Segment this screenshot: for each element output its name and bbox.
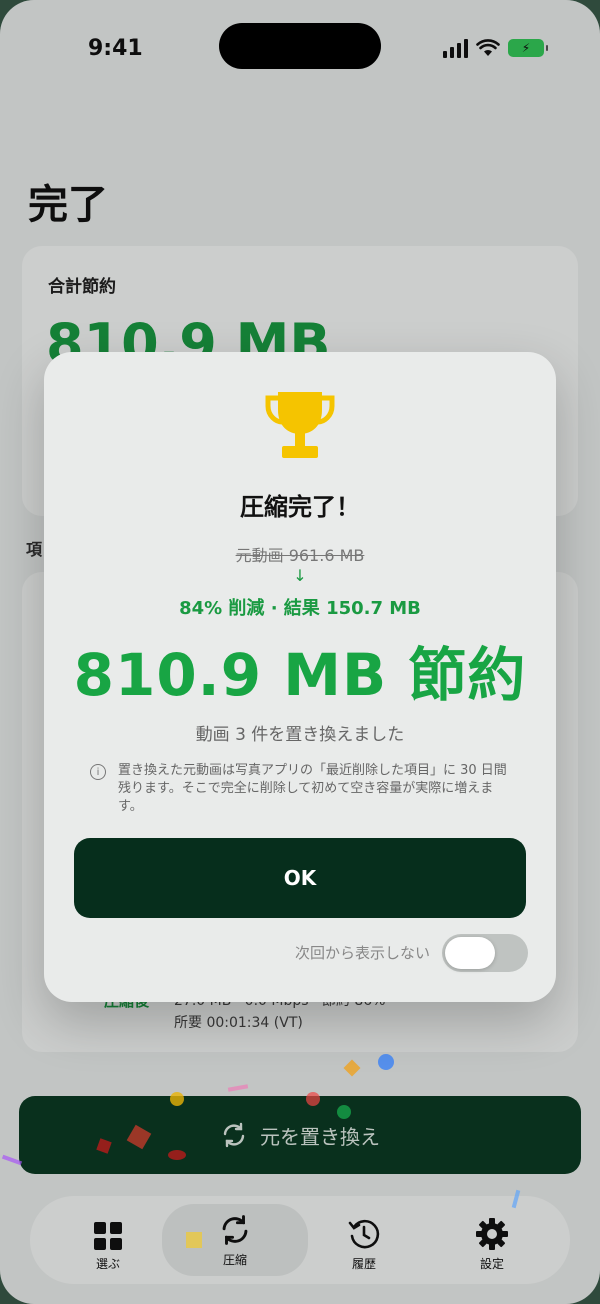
original-size: 元動画 961.6 MB [235,546,365,565]
dont-show-again-toggle[interactable] [442,934,528,972]
result-summary: 84% 削減 · 結果 150.7 MB [179,598,421,619]
confetti-piece [378,1054,394,1070]
dont-show-again-label: 次回から表示しない [294,944,430,962]
confetti-piece [170,1092,184,1106]
confetti-piece [186,1232,202,1248]
info-note: 置き換えた元動画は写真アプリの「最近削除した項目」に 30 日間残ります。そこで… [118,763,507,814]
dialog-title: 圧縮完了！ [240,493,360,521]
confetti-piece [337,1105,351,1119]
saved-amount: 810.9 MB 節約 [73,641,527,709]
ok-button[interactable]: OK [74,838,526,918]
toggle-knob [445,937,495,969]
info-icon: i [90,764,106,780]
replaced-count: 動画 3 件を置き換えました [195,725,405,745]
app-screen: 9:41 ⚡ 完了 合計節約 810.9 MB 項 圧縮後 27.0 MB · … [0,0,600,1304]
compression-complete-dialog: 圧縮完了！ 元動画 961.6 MB ↓ 84% 削減 · 結果 150.7 M… [44,352,556,1002]
trophy-icon [265,392,335,458]
confetti-piece [306,1092,320,1106]
confetti-piece [168,1150,186,1160]
down-arrow-icon: ↓ [293,566,307,585]
